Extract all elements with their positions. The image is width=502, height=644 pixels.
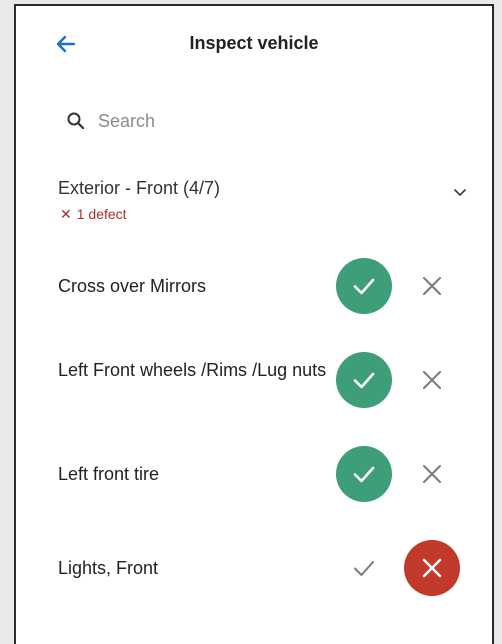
fail-button[interactable] <box>404 258 460 314</box>
close-icon <box>423 465 441 483</box>
section-title: Exterior - Front (4/7) <box>58 178 221 198</box>
search-icon <box>67 112 85 130</box>
fail-button[interactable] <box>404 352 460 408</box>
defect-summary: ✕ 1 defect <box>60 206 127 223</box>
pass-button[interactable] <box>336 352 392 408</box>
close-icon <box>422 558 442 578</box>
inspection-item-label: Cross over Mirrors <box>58 276 207 296</box>
check-icon <box>354 561 374 576</box>
section-header-exterior-front[interactable]: Exterior - Front (4/7) ✕ 1 defect <box>58 178 468 228</box>
inspection-item: Cross over Mirrors <box>58 256 478 316</box>
inspection-item: Left Front wheels /Rims /Lug nuts <box>58 350 478 410</box>
chevron-down-icon[interactable] <box>452 184 468 200</box>
page-title: Inspect vehicle <box>189 33 319 53</box>
close-icon <box>423 371 441 389</box>
pass-button[interactable] <box>336 446 392 502</box>
inspection-item: Lights, Front <box>58 538 478 598</box>
phone-screen: Inspect vehicle Exterior - Front (4/7) ✕… <box>14 4 494 644</box>
check-icon <box>353 466 375 483</box>
search-bar[interactable] <box>66 106 446 136</box>
fail-button[interactable] <box>404 540 460 596</box>
pass-button[interactable] <box>336 540 392 596</box>
close-icon <box>423 277 441 295</box>
pass-button[interactable] <box>336 258 392 314</box>
inspection-item-label: Left front tire <box>58 464 160 484</box>
defect-count-text: 1 defect <box>76 206 127 222</box>
fail-button[interactable] <box>404 446 460 502</box>
check-icon <box>353 278 375 295</box>
check-icon <box>353 372 375 389</box>
search-input[interactable] <box>98 110 398 132</box>
app-header: Inspect vehicle <box>16 6 492 78</box>
inspection-item-label: Lights, Front <box>58 558 159 578</box>
inspection-item-label: Left Front wheels /Rims /Lug nuts <box>58 360 327 380</box>
inspection-item: Left front tire <box>58 444 478 504</box>
defect-x-icon: ✕ <box>60 206 72 222</box>
